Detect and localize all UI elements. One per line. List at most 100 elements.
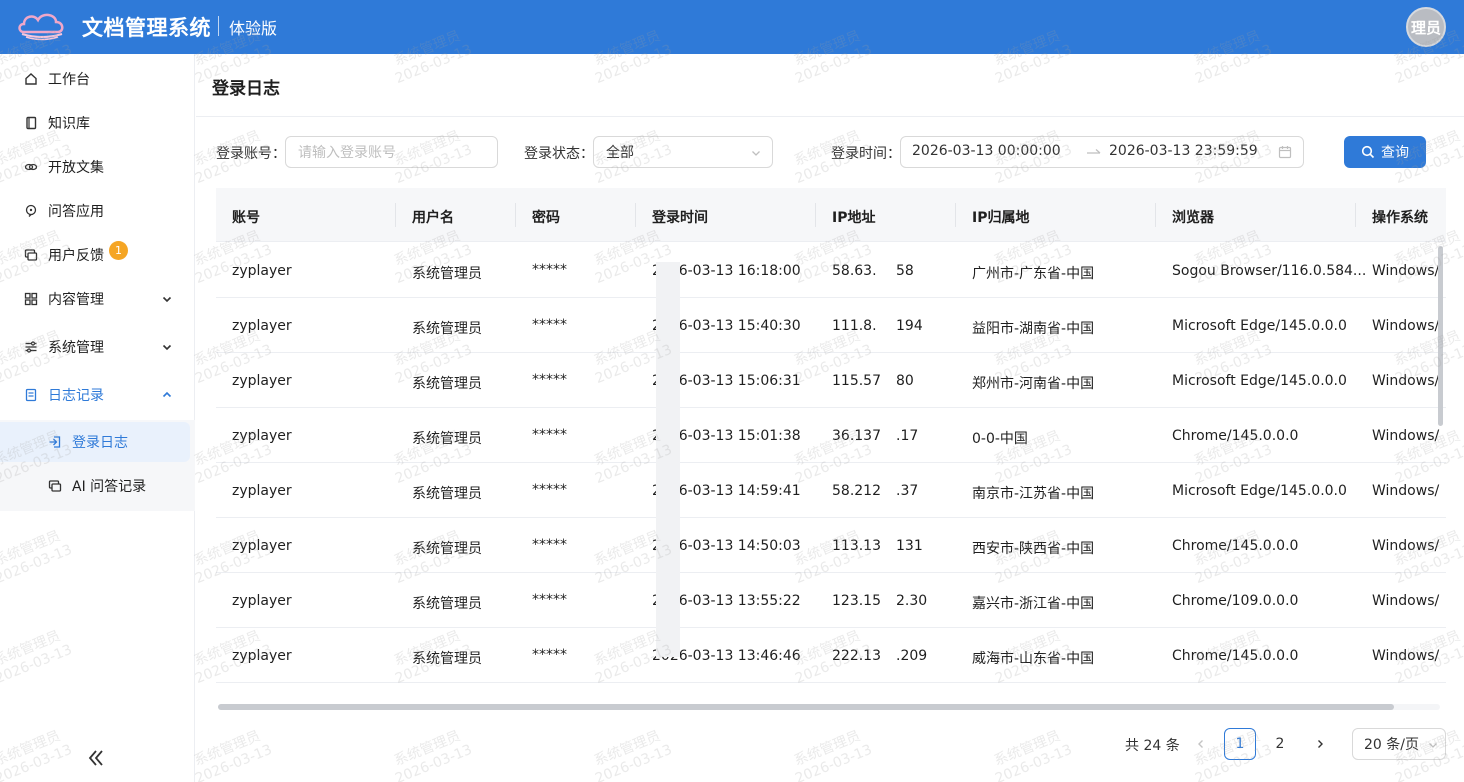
column-divider	[1355, 203, 1356, 227]
watermark-text: 系统管理员 2026-03-13	[787, 726, 875, 782]
cell-browser: Chrome/145.0.0.0	[1172, 538, 1299, 554]
status-select-value: 全部	[606, 145, 634, 161]
cell-username: 系统管理员	[412, 651, 482, 667]
cell-ip-location: 郑州市-河南省-中国	[972, 376, 1095, 392]
sidebar: 工作台 知识库 开放文集 问答应用 用户反馈 1 内容管理 系统管理 日志记录 …	[0, 54, 195, 782]
prev-page-button[interactable]	[1185, 728, 1217, 760]
column-divider	[815, 203, 816, 227]
cell-username: 系统管理员	[412, 266, 482, 282]
cell-ip-address: 111.8.	[832, 318, 877, 334]
cell-ip-location: 西安市-陕西省-中国	[972, 541, 1095, 557]
cell-account: zyplayer	[232, 318, 292, 334]
page-button-2[interactable]: 2	[1264, 728, 1296, 760]
column-divider	[955, 203, 956, 227]
feedback-count-badge: 1	[109, 241, 128, 260]
cell-account: zyplayer	[232, 428, 292, 444]
time-range-end[interactable]: 2026-03-13 23:59:59	[1109, 143, 1258, 159]
sidebar-subitem-label: 登录日志	[72, 435, 128, 451]
table-header: 账号 用户名 密码 登录时间 IP地址 IP归属地 浏览器 操作系统	[216, 188, 1446, 242]
sidebar-item-system-management[interactable]: 系统管理	[0, 325, 195, 369]
sidebar-subitem-ai-qa-records[interactable]: AI 问答记录	[0, 466, 195, 506]
sidebar-item-feedback[interactable]: 用户反馈	[0, 233, 195, 277]
cell-ip-address-tail: .209	[896, 648, 928, 664]
sidebar-item-content-management[interactable]: 内容管理	[0, 277, 195, 321]
page-button-1[interactable]: 1	[1224, 728, 1256, 760]
watermark-text: 系统管理员 2026-03-13	[387, 726, 475, 782]
watermark-text: 系统管理员 2026-03-13	[987, 726, 1075, 782]
sidebar-subitem-label: AI 问答记录	[72, 479, 147, 495]
sidebar-item-label: 日志记录	[48, 388, 104, 404]
watermark-line: 系统管理员	[791, 728, 863, 770]
arrow-right-icon	[1087, 149, 1101, 154]
table-row: zyplayer 系统管理员 ***** 2026-03-13 13:55:22 123…	[216, 573, 1446, 628]
double-chevron-left-icon[interactable]	[86, 748, 106, 768]
cell-os: Windows/	[1372, 648, 1440, 664]
cell-ip-address-tail: 131	[896, 538, 923, 554]
page-header: 登录日志	[196, 54, 1464, 117]
cell-os: Windows/	[1372, 483, 1440, 499]
cell-ip-address-tail: .17	[896, 428, 919, 444]
sidebar-item-qa-apps[interactable]: 问答应用	[0, 189, 195, 233]
horizontal-scrollbar[interactable]	[218, 704, 1394, 710]
sidebar-item-label: 开放文集	[48, 160, 104, 176]
cell-password: *****	[532, 372, 567, 388]
cell-browser: Chrome/145.0.0.0	[1172, 648, 1299, 664]
page-size-select[interactable]: 20 条/页	[1352, 728, 1446, 760]
account-input[interactable]: 请输入登录账号	[285, 136, 498, 168]
sidebar-item-label: 用户反馈	[48, 248, 104, 264]
login-icon	[49, 436, 61, 448]
sidebar-item-workbench[interactable]: 工作台	[0, 57, 195, 101]
column-header-username: 用户名	[412, 210, 454, 226]
cell-ip-address: 113.13	[832, 538, 881, 554]
chat-icon	[48, 480, 62, 492]
cell-ip-address: 222.13	[832, 648, 881, 664]
user-avatar[interactable]: 理员	[1406, 7, 1446, 47]
cell-browser: Microsoft Edge/145.0.0.0	[1172, 483, 1347, 499]
time-range-start[interactable]: 2026-03-13 00:00:00	[912, 143, 1061, 159]
table-row: zyplayer 系统管理员 ***** 2026-03-13 14:59:41 58.…	[216, 463, 1446, 518]
sidebar-item-open-docs[interactable]: 开放文集	[0, 145, 195, 189]
cell-ip-address: 36.137	[832, 428, 881, 444]
next-page-button[interactable]	[1304, 728, 1336, 760]
login-log-table: 账号 用户名 密码 登录时间 IP地址 IP归属地 浏览器 操作系统 zypla…	[216, 188, 1446, 713]
cell-account: zyplayer	[232, 373, 292, 389]
cell-browser: Microsoft Edge/145.0.0.0	[1172, 373, 1347, 389]
cell-ip-location: 0-0-中国	[972, 431, 1028, 447]
cell-username: 系统管理员	[412, 376, 482, 392]
sliders-icon	[24, 340, 38, 354]
column-header-password: 密码	[532, 210, 560, 226]
total-count: 共 24 条	[1125, 738, 1180, 754]
sidebar-item-logs[interactable]: 日志记录	[0, 373, 195, 417]
calendar-icon	[1278, 146, 1292, 159]
cell-ip-address-tail: .37	[896, 483, 919, 499]
sidebar-item-label: 知识库	[48, 116, 90, 132]
watermark-text: 系统管理员 2026-03-13	[187, 726, 275, 782]
watermark-line: 2026-03-13	[392, 741, 475, 782]
query-button[interactable]: 查询	[1344, 136, 1426, 168]
cell-username: 系统管理员	[412, 321, 482, 337]
column-header-os: 操作系统	[1372, 210, 1428, 226]
sidebar-item-knowledge-base[interactable]: 知识库	[0, 101, 195, 145]
cell-os: Windows/	[1372, 538, 1440, 554]
account-filter-label: 登录账号：	[216, 146, 286, 162]
cell-os: Windows/	[1372, 263, 1440, 279]
table-row: zyplayer 系统管理员 ***** 2026-03-13 13:46:46 222…	[216, 628, 1446, 683]
cell-ip-location: 南京市-江苏省-中国	[972, 486, 1095, 502]
cell-username: 系统管理员	[412, 596, 482, 612]
chevron-down-icon	[162, 344, 172, 351]
cloud-book-logo-icon[interactable]	[16, 10, 68, 42]
column-header-ip: IP地址	[832, 210, 876, 226]
cell-os: Windows/	[1372, 593, 1440, 609]
vertical-scrollbar[interactable]	[1438, 246, 1443, 426]
cell-ip-location: 嘉兴市-浙江省-中国	[972, 596, 1095, 612]
cell-os: Windows/	[1372, 428, 1440, 444]
cell-ip-location: 威海市-山东省-中国	[972, 651, 1095, 667]
cell-password: *****	[532, 262, 567, 278]
watermark-line: 2026-03-13	[992, 741, 1075, 782]
column-divider	[515, 203, 516, 227]
cell-account: zyplayer	[232, 263, 292, 279]
watermark-line: 系统管理员	[991, 728, 1063, 770]
feedback-icon	[24, 248, 38, 262]
sidebar-subitem-login-log[interactable]: 登录日志	[0, 422, 190, 462]
status-select[interactable]: 全部	[593, 136, 773, 168]
